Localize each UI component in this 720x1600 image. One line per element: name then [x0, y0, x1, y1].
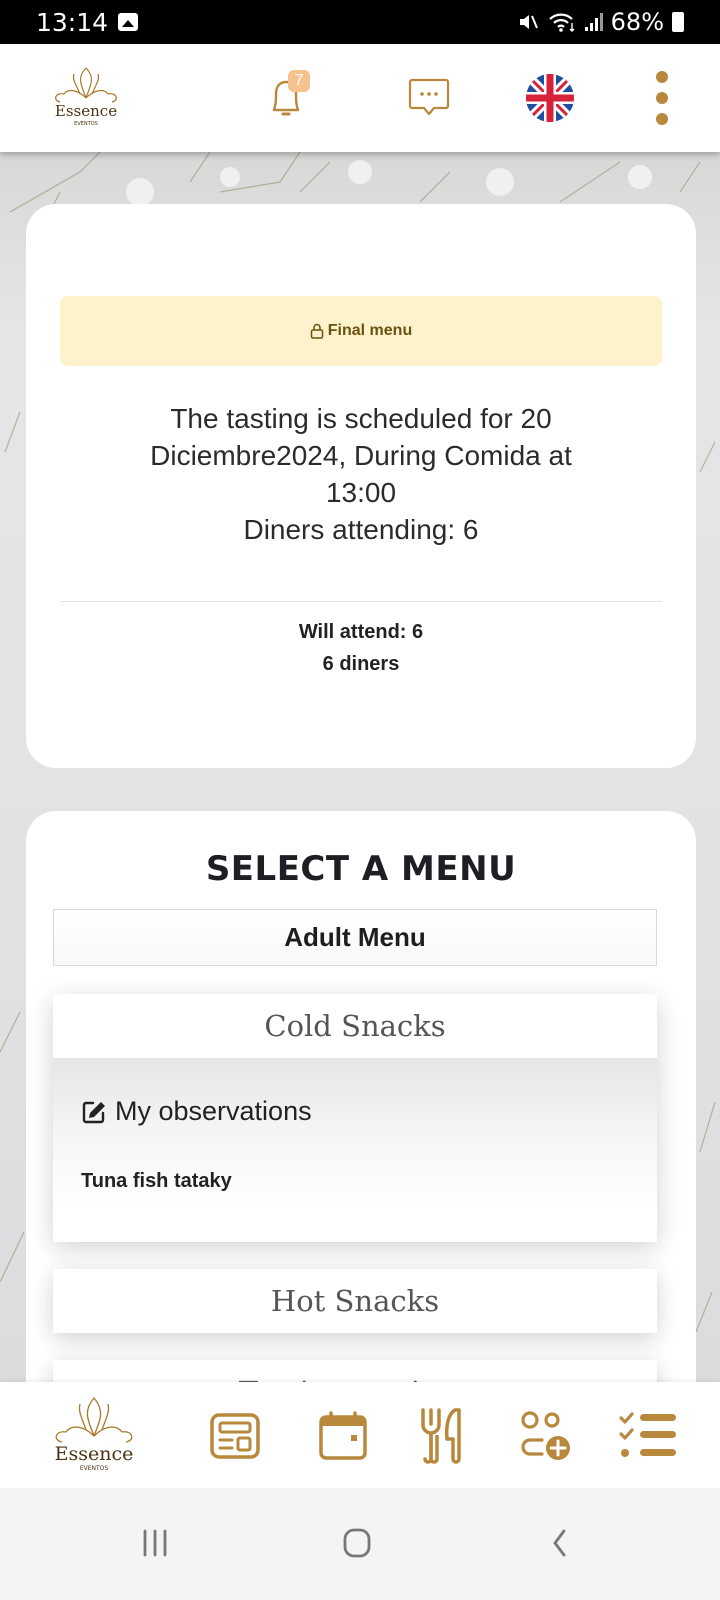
cutlery-icon: [421, 1408, 461, 1464]
edit-icon: [82, 1101, 105, 1123]
system-navigation-bar: [0, 1488, 720, 1600]
dashboard-icon: [210, 1413, 260, 1459]
home-button[interactable]: [327, 1518, 387, 1568]
diners-count-text: 6 diners: [322, 653, 400, 675]
menu-section-cold-snacks: Cold Snacks My observations Tuna fish ta…: [53, 994, 657, 1242]
menu-selection-card: SELECT A MENU Adult Menu Cold Snacks My …: [26, 811, 696, 1420]
final-menu-label: Final menu: [327, 322, 413, 339]
uk-flag-icon: [526, 74, 574, 122]
nav-checklist[interactable]: [618, 1406, 678, 1466]
back-button[interactable]: [530, 1518, 590, 1568]
logo-subtext: EVENTOS: [74, 121, 98, 127]
battery-charging-icon: [672, 12, 684, 32]
nav-calendar[interactable]: [313, 1406, 373, 1466]
battery-percent: 68%: [610, 8, 664, 36]
wifi-icon: [548, 13, 575, 32]
signal-icon: [584, 13, 603, 31]
bottom-navigation: Essence EVENTOS: [0, 1382, 720, 1488]
mute-icon: [519, 15, 538, 29]
nav-menu[interactable]: [410, 1406, 470, 1466]
will-attend-text: Will attend: 6: [298, 621, 424, 643]
checklist-icon: [619, 1412, 676, 1457]
final-menu-notice: Final menu: [60, 296, 662, 366]
my-observations-button[interactable]: My observations: [81, 1096, 312, 1127]
section-header-cold-snacks[interactable]: Cold Snacks: [53, 994, 657, 1058]
schedule-line: The tasting is scheduled for 20: [170, 403, 552, 434]
nav-logo-wordmark: Essence: [55, 1443, 134, 1465]
status-time: 13:14: [36, 7, 109, 37]
logo-wordmark: Essence: [55, 102, 117, 120]
home-icon: [343, 1528, 371, 1558]
back-icon: [553, 1529, 566, 1557]
chat-icon: [408, 78, 450, 116]
language-button[interactable]: [520, 68, 580, 128]
menu-section-hot-snacks[interactable]: Hot Snacks: [53, 1269, 657, 1333]
app-header: Essence EVENTOS 7: [0, 44, 720, 152]
section-body: My observations Tuna fish tataky: [53, 1058, 657, 1242]
kebab-menu-icon: [656, 71, 668, 125]
status-bar: 13:14 68%: [0, 0, 720, 44]
schedule-line: 13:00: [325, 477, 397, 508]
nav-dashboard[interactable]: [205, 1406, 265, 1466]
my-observations-label: My observations: [115, 1096, 312, 1126]
messages-button[interactable]: [399, 68, 459, 128]
calendar-icon: [319, 1411, 367, 1460]
tasting-info-card: Final menu The tasting is scheduled for …: [26, 204, 696, 768]
section-header-hot-snacks[interactable]: Hot Snacks: [53, 1269, 657, 1333]
recent-apps-button[interactable]: [125, 1518, 185, 1568]
nav-home-logo[interactable]: Essence EVENTOS: [44, 1394, 144, 1480]
tasting-schedule-text: The tasting is scheduled for 20 Diciembr…: [86, 400, 636, 548]
add-user-icon: [521, 1411, 570, 1460]
gallery-notification-icon: [118, 13, 139, 31]
notifications-button[interactable]: 7: [256, 68, 316, 128]
schedule-line: Diciembre2024, During Comida at: [150, 440, 572, 471]
diners-attending-line: Diners attending: 6: [243, 514, 479, 545]
recent-apps-icon: [143, 1529, 167, 1557]
nav-add-guest[interactable]: [516, 1406, 576, 1466]
lock-icon: [310, 323, 324, 339]
select-menu-title: SELECT A MENU: [205, 849, 517, 889]
essence-logo[interactable]: Essence EVENTOS: [46, 64, 126, 132]
divider: [60, 601, 662, 602]
menu-type-selector[interactable]: Adult Menu: [53, 909, 657, 966]
more-options-button[interactable]: [632, 68, 692, 128]
notification-badge: 7: [288, 70, 310, 92]
dish-item: Tuna fish tataky: [81, 1170, 232, 1192]
nav-logo-subtext: EVENTOS: [80, 1465, 109, 1472]
